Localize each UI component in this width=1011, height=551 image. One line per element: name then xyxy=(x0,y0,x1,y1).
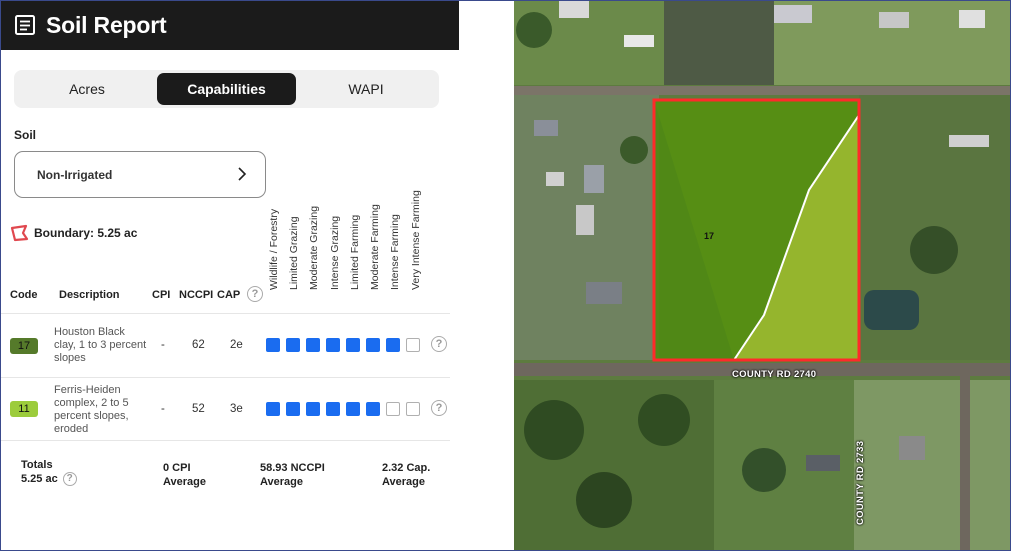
tab-acres[interactable]: Acres xyxy=(18,73,156,105)
cap-value: 3e xyxy=(230,403,243,415)
totals-cap-sub: Average xyxy=(382,476,426,488)
tab-wapi[interactable]: WAPI xyxy=(297,73,435,105)
tab-capabilities[interactable]: Capabilities xyxy=(157,73,296,105)
table-row: 11 Ferris-Heiden complex, 2 to 5 percent… xyxy=(0,377,459,440)
col-header-nccpi: NCCPI xyxy=(179,289,214,301)
cpi-value: - xyxy=(161,339,165,351)
report-document-icon xyxy=(15,15,35,35)
page-title: Soil Report xyxy=(46,11,167,38)
capability-square xyxy=(406,338,420,352)
totals-nccpi-value: 58.93 NCCPI xyxy=(260,462,325,474)
row-help-icon[interactable]: ? xyxy=(431,400,447,416)
map-canvas xyxy=(514,0,1011,551)
row-help-icon[interactable]: ? xyxy=(431,336,447,352)
cap-header-intense-farming: Intense Farming xyxy=(389,214,401,290)
capability-square xyxy=(386,402,400,416)
road-label-side: COUNTY RD 2733 xyxy=(855,440,866,525)
nccpi-value: 52 xyxy=(192,403,205,415)
capability-square xyxy=(266,338,280,352)
col-header-description: Description xyxy=(59,289,120,301)
capability-square xyxy=(306,338,320,352)
boundary-label: Boundary: 5.25 ac xyxy=(34,226,138,240)
cap-value: 2e xyxy=(230,339,243,351)
totals-cpi-sub: Average xyxy=(163,476,207,488)
cap-header-wildlife-forestry: Wildlife / Forestry xyxy=(268,208,280,290)
soil-description: Ferris-Heiden complex, 2 to 5 percent sl… xyxy=(54,384,129,435)
cpi-value: - xyxy=(161,403,165,415)
capability-square xyxy=(406,402,420,416)
totals-label: Totals xyxy=(21,459,53,471)
view-tabs: Acres Capabilities WAPI xyxy=(14,70,439,108)
cap-header-limited-grazing: Limited Grazing xyxy=(288,216,300,290)
irrigation-select[interactable]: Non-Irrigated xyxy=(14,151,266,198)
capability-square xyxy=(326,338,340,352)
irrigation-select-value: Non-Irrigated xyxy=(37,167,113,182)
capability-square xyxy=(286,402,300,416)
capability-square xyxy=(306,402,320,416)
cap-header-moderate-grazing: Moderate Grazing xyxy=(308,205,320,290)
cap-help-icon[interactable]: ? xyxy=(247,286,263,302)
totals-nccpi-sub: Average xyxy=(260,476,304,488)
capability-square xyxy=(326,402,340,416)
totals-cpi: 0 CPI Average xyxy=(163,461,206,489)
totals-help-icon[interactable]: ? xyxy=(62,472,77,486)
totals-cap: 2.32 Cap. Average xyxy=(382,461,430,489)
soil-label: Soil xyxy=(14,128,37,142)
soil-report-panel: Soil Report Acres Capabilities WAPI Soil… xyxy=(0,0,459,551)
capability-square xyxy=(266,402,280,416)
cap-header-very-intense-farming: Very Intense Farming xyxy=(410,190,422,290)
satellite-map[interactable]: 17 COUNTY RD 2740 COUNTY RD 2733 xyxy=(514,0,1011,551)
capability-square xyxy=(346,402,360,416)
nccpi-value: 62 xyxy=(192,339,205,351)
parcel-zone-label: 17 xyxy=(704,231,715,241)
totals-cpi-value: 0 CPI xyxy=(163,462,191,474)
cap-header-limited-farming: Limited Farming xyxy=(349,214,361,290)
chevron-right-icon xyxy=(238,167,247,181)
road-label-main: COUNTY RD 2740 xyxy=(732,369,817,380)
totals-nccpi: 58.93 NCCPI Average xyxy=(260,461,325,489)
totals-label-block: Totals 5.25 ac ? xyxy=(21,458,77,486)
panel-header: Soil Report xyxy=(0,0,459,50)
totals-cap-value: 2.32 Cap. xyxy=(382,462,431,474)
capability-square xyxy=(366,402,380,416)
row-divider xyxy=(0,440,450,441)
col-header-cpi: CPI xyxy=(152,289,171,301)
boundary-polygon-icon xyxy=(10,224,29,242)
capability-square xyxy=(366,338,380,352)
cap-header-intense-grazing: Intense Grazing xyxy=(329,215,341,290)
capability-square xyxy=(386,338,400,352)
soil-description: Houston Black clay, 1 to 3 percent slope… xyxy=(54,326,147,364)
cap-header-moderate-farming: Moderate Farming xyxy=(369,204,381,290)
soil-code-badge: 17 xyxy=(10,338,38,354)
table-row: 17 Houston Black clay, 1 to 3 percent sl… xyxy=(0,313,459,377)
soil-code-badge: 11 xyxy=(10,401,38,417)
col-header-cap: CAP xyxy=(217,289,241,301)
capability-square xyxy=(346,338,360,352)
boundary-summary: Boundary: 5.25 ac xyxy=(10,224,137,242)
capability-square xyxy=(286,338,300,352)
col-header-code: Code xyxy=(10,289,38,301)
totals-acres: 5.25 ac xyxy=(21,473,58,485)
